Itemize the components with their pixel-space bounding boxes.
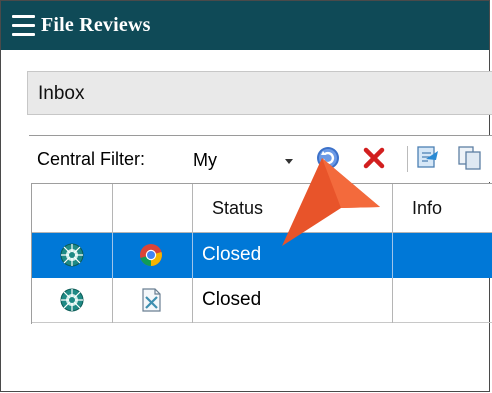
grid-header: Status Info [32,184,492,233]
review-status-icon [60,288,84,312]
window-title: File Reviews [41,14,151,36]
toolbar-separator [407,146,408,172]
status-cell: Closed [202,289,262,310]
inbox-label: Inbox [38,83,85,104]
reviews-grid: Status Info Closed Closed [31,183,492,324]
copy-icon[interactable] [457,145,483,171]
review-status-icon [60,243,84,267]
chevron-down-icon [285,159,293,164]
column-divider [112,184,113,232]
toolbar: Central Filter: My [29,135,492,182]
column-divider [112,233,113,278]
browser-icon [140,244,162,266]
delete-icon[interactable] [361,145,387,171]
column-header-status[interactable]: Status [212,198,263,219]
status-cell: Closed [202,244,262,265]
refresh-icon[interactable] [315,145,341,171]
table-row[interactable]: Closed [32,278,492,323]
inbox-bar[interactable]: Inbox [27,71,492,115]
column-divider [192,278,193,323]
column-divider [392,184,393,232]
table-row[interactable]: Closed [32,233,492,278]
xml-file-icon [142,288,161,312]
title-bar: File Reviews [1,1,489,50]
column-divider [192,184,193,232]
open-review-icon[interactable] [415,145,441,171]
column-divider [392,233,393,278]
column-divider [112,278,113,323]
central-filter-value: My [193,150,217,170]
column-header-info[interactable]: Info [412,198,442,219]
column-divider [192,233,193,278]
central-filter-dropdown[interactable]: My [187,142,297,174]
file-reviews-window: File Reviews Inbox Central Filter: My St… [0,0,492,392]
column-divider [392,278,393,323]
central-filter-label: Central Filter: [37,149,146,169]
hamburger-menu-icon[interactable] [12,15,35,36]
